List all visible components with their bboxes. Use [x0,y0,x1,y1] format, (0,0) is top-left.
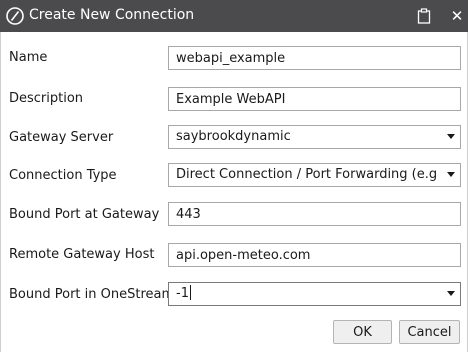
gateway-server-label: Gateway Server [9,130,114,145]
bound-port-onestream-combo[interactable]: -1 [168,282,461,306]
dropdown-arrow-icon[interactable] [447,164,455,186]
bound-port-onestream-input[interactable]: -1 [176,283,438,305]
bound-port-gateway-field[interactable] [168,202,461,226]
cancel-button[interactable]: Cancel [399,320,460,344]
connection-type-label: Connection Type [9,168,117,183]
clipboard-icon[interactable] [411,4,437,28]
connection-type-select[interactable]: Direct Connection / Port Forwarding (e.g… [168,163,461,187]
bound-port-gateway-label: Bound Port at Gateway [9,207,160,222]
dropdown-arrow-icon[interactable] [447,283,455,305]
connection-type-value: Direct Connection / Port Forwarding (e.g… [176,167,438,182]
bound-port-onestream-value: -1 [176,286,189,301]
name-field[interactable] [168,46,461,70]
description-label: Description [9,91,84,106]
remote-gateway-host-field[interactable] [168,243,461,267]
description-field[interactable] [168,87,461,111]
ok-button[interactable]: OK [333,320,392,344]
bound-port-onestream-label: Bound Port in OneStream [9,287,175,302]
window-title: Create New Connection [29,7,195,23]
onestream-logo-icon [5,6,25,26]
gateway-server-select[interactable]: saybrookdynamic [168,125,461,149]
text-cursor [189,285,191,300]
remote-gateway-host-label: Remote Gateway Host [9,247,155,262]
dropdown-arrow-icon[interactable] [447,126,455,148]
name-label: Name [9,50,48,65]
gateway-server-value: saybrookdynamic [176,129,291,144]
title-bar: Create New Connection ✕ [0,0,468,32]
close-icon[interactable]: ✕ [444,4,468,28]
